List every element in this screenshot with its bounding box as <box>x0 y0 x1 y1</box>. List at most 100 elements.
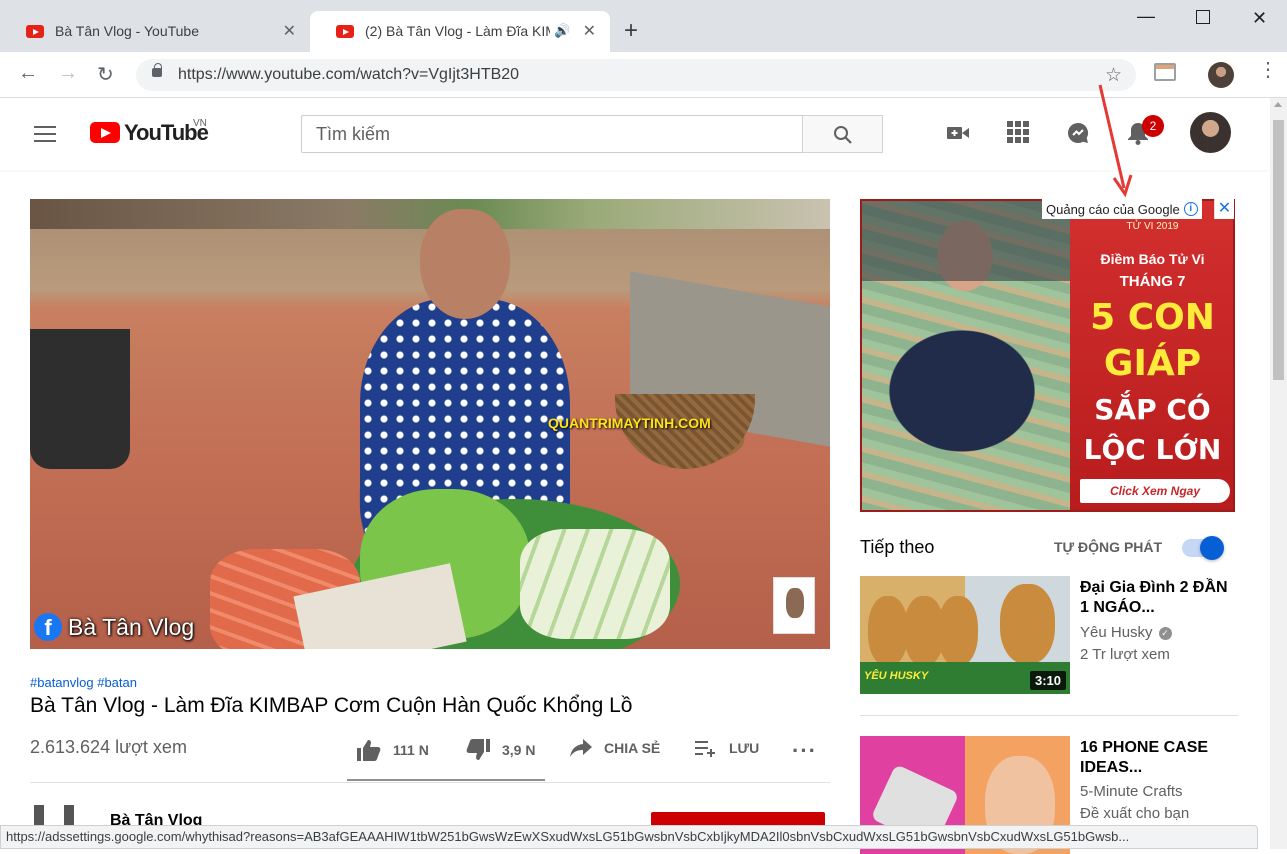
recommended-video-title[interactable]: 16 PHONE CASE IDEAS... <box>1080 738 1230 778</box>
ad-close-icon[interactable]: ✕ <box>1214 199 1234 219</box>
share-button[interactable]: CHIA SẺ <box>570 739 660 757</box>
ad-big-line2: GIÁP <box>1103 343 1202 384</box>
search-button[interactable] <box>802 115 883 153</box>
scrollbar-thumb[interactable] <box>1273 120 1284 380</box>
apps-grid-icon[interactable] <box>1007 121 1029 143</box>
dislike-button[interactable]: 3,9 N <box>466 739 535 761</box>
ad-choices-label[interactable]: Quảng cáo của Google i <box>1042 199 1202 219</box>
video-hashtags[interactable]: #batanvlog #batan <box>30 675 137 690</box>
more-actions-icon[interactable]: ··· <box>792 738 817 764</box>
video-title: Bà Tân Vlog - Làm Đĩa KIMBAP Cơm Cuộn Hà… <box>30 694 633 717</box>
divider <box>860 715 1238 716</box>
tab-title: (2) Bà Tân Vlog - Làm Đĩa KIMBAP <box>365 23 550 39</box>
new-tab-icon[interactable]: + <box>624 17 638 45</box>
browser-menu-icon[interactable]: ⋮ <box>1258 60 1278 80</box>
save-to-playlist-button[interactable]: LƯU <box>695 739 759 757</box>
toggle-knob[interactable] <box>1200 536 1224 560</box>
youtube-logo-icon[interactable] <box>90 122 120 143</box>
extension-icon[interactable] <box>1154 63 1176 81</box>
audio-playing-icon[interactable]: 🔊 <box>554 23 570 39</box>
create-video-icon[interactable] <box>946 121 970 145</box>
ad-label-text: Quảng cáo của Google <box>1046 201 1180 217</box>
country-code: VN <box>193 118 207 129</box>
forward-icon[interactable]: → <box>58 62 78 85</box>
like-count: 111 N <box>393 742 429 758</box>
youtube-favicon-icon <box>26 25 44 38</box>
ad-small-text: TỬ VI 2019 <box>1126 221 1179 232</box>
video-player[interactable]: QUANTRIMAYTINH.COM f Bà Tân Vlog <box>30 199 830 649</box>
recommended-channel-name: Yêu Husky <box>1080 624 1153 641</box>
recommended-video-views: 2 Tr lượt xem <box>1080 646 1170 663</box>
share-icon <box>570 739 592 757</box>
google-ad-banner[interactable]: TỬ VI 2019 Điềm Báo Tử Vi THÁNG 7 5 CON … <box>860 199 1235 512</box>
view-count: 2.613.624 lượt xem <box>30 737 187 757</box>
thumbnail-brand-text: YÊU HUSKY <box>864 670 929 682</box>
reload-icon[interactable]: ↻ <box>97 62 114 87</box>
thumbnail-art <box>868 596 908 666</box>
lock-icon[interactable] <box>152 63 162 77</box>
youtube-header: YouTube VN Tìm kiếm <box>0 98 1270 170</box>
like-button[interactable]: 111 N <box>357 739 429 761</box>
autoplay-label: TỰ ĐỘNG PHÁT <box>1054 539 1163 555</box>
dislike-count: 3,9 N <box>502 742 536 758</box>
search-placeholder: Tìm kiếm <box>316 124 390 144</box>
video-channel-overlay: f Bà Tân Vlog <box>34 613 194 641</box>
notification-count-badge[interactable]: 2 <box>1142 115 1164 137</box>
tab-close-icon[interactable]: ✕ <box>283 21 296 41</box>
facebook-icon: f <box>34 613 62 641</box>
up-next-heading: Tiếp theo <box>860 537 935 557</box>
thumbs-up-icon <box>357 740 381 761</box>
video-frame-scene <box>520 529 670 639</box>
ad-cta-button[interactable]: Click Xem Ngay <box>1080 479 1230 503</box>
recommended-video-reason: Đề xuất cho bạn <box>1080 805 1190 822</box>
add-to-playlist-icon <box>695 741 715 757</box>
tab-close-icon[interactable]: ✕ <box>583 21 596 41</box>
browser-tab[interactable]: Bà Tân Vlog - YouTube ✕ <box>0 11 310 52</box>
maximize-icon[interactable] <box>1196 10 1210 24</box>
thumbs-down-icon <box>466 739 490 760</box>
browser-tab-strip: Bà Tân Vlog - YouTube ✕ (2) Bà Tân Vlog … <box>0 0 1287 52</box>
ad-info-icon[interactable]: i <box>1183 202 1198 216</box>
status-url: https://adssettings.google.com/whythisad… <box>6 829 1130 844</box>
video-frame-scene <box>420 209 510 319</box>
ad-line1: Điềm Báo Tử Vi <box>1100 251 1205 267</box>
channel-watermark-thumbnail[interactable] <box>773 577 815 634</box>
tab-title: Bà Tân Vlog - YouTube <box>55 23 199 39</box>
scroll-up-arrow-icon[interactable] <box>1274 102 1282 107</box>
recommended-video-thumbnail[interactable]: YÊU HUSKY 3:10 <box>860 576 1070 694</box>
messages-icon[interactable] <box>1066 121 1090 145</box>
thumbnail-art <box>1000 584 1055 664</box>
browser-profile-avatar[interactable] <box>1208 62 1234 88</box>
youtube-favicon-icon <box>336 25 354 38</box>
video-frame-scene <box>30 329 130 469</box>
recommended-channel-name[interactable]: 5-Minute Crafts <box>1080 783 1183 800</box>
share-label: CHIA SẺ <box>604 740 661 756</box>
like-dislike-ratio-bar <box>347 779 545 781</box>
minimize-icon[interactable]: — <box>1137 6 1155 27</box>
recommended-channel[interactable]: Yêu Husky ✓ <box>1080 624 1172 641</box>
ad-line3: SẮP CÓ <box>1094 393 1211 426</box>
overlay-channel-name: Bà Tân Vlog <box>68 613 195 640</box>
video-frame-scene <box>615 394 755 469</box>
ad-photo <box>862 201 1070 510</box>
search-input[interactable]: Tìm kiếm <box>301 115 803 153</box>
video-duration: 3:10 <box>1029 671 1066 690</box>
browser-tab-active[interactable]: (2) Bà Tân Vlog - Làm Đĩa KIMBAP 🔊 ✕ <box>310 11 610 52</box>
ad-text-panel: TỬ VI 2019 Điềm Báo Tử Vi THÁNG 7 5 CON … <box>1070 201 1233 510</box>
annotation-arrow-icon <box>1098 84 1133 198</box>
url-text: https://www.youtube.com/watch?v=VgIjt3HT… <box>178 66 520 83</box>
ad-line4: LỘC LỚN <box>1083 433 1222 466</box>
divider <box>30 782 830 783</box>
back-icon[interactable]: ← <box>18 62 38 85</box>
search-icon <box>834 126 852 144</box>
window-close-icon[interactable]: ✕ <box>1252 8 1267 29</box>
recommended-video-title[interactable]: Đại Gia Đình 2 ĐẦN 1 NGÁO... <box>1080 578 1230 618</box>
ad-big-line1: 5 CON <box>1090 297 1215 338</box>
site-watermark: QUANTRIMAYTINH.COM <box>548 415 711 431</box>
page-scrollbar[interactable] <box>1270 98 1287 849</box>
autoplay-toggle[interactable] <box>1182 536 1224 560</box>
hamburger-menu-icon[interactable] <box>34 126 56 142</box>
youtube-account-avatar[interactable] <box>1190 112 1231 153</box>
link-status-bar: https://adssettings.google.com/whythisad… <box>0 825 1258 849</box>
address-bar[interactable]: https://www.youtube.com/watch?v=VgIjt3HT… <box>136 59 1136 91</box>
